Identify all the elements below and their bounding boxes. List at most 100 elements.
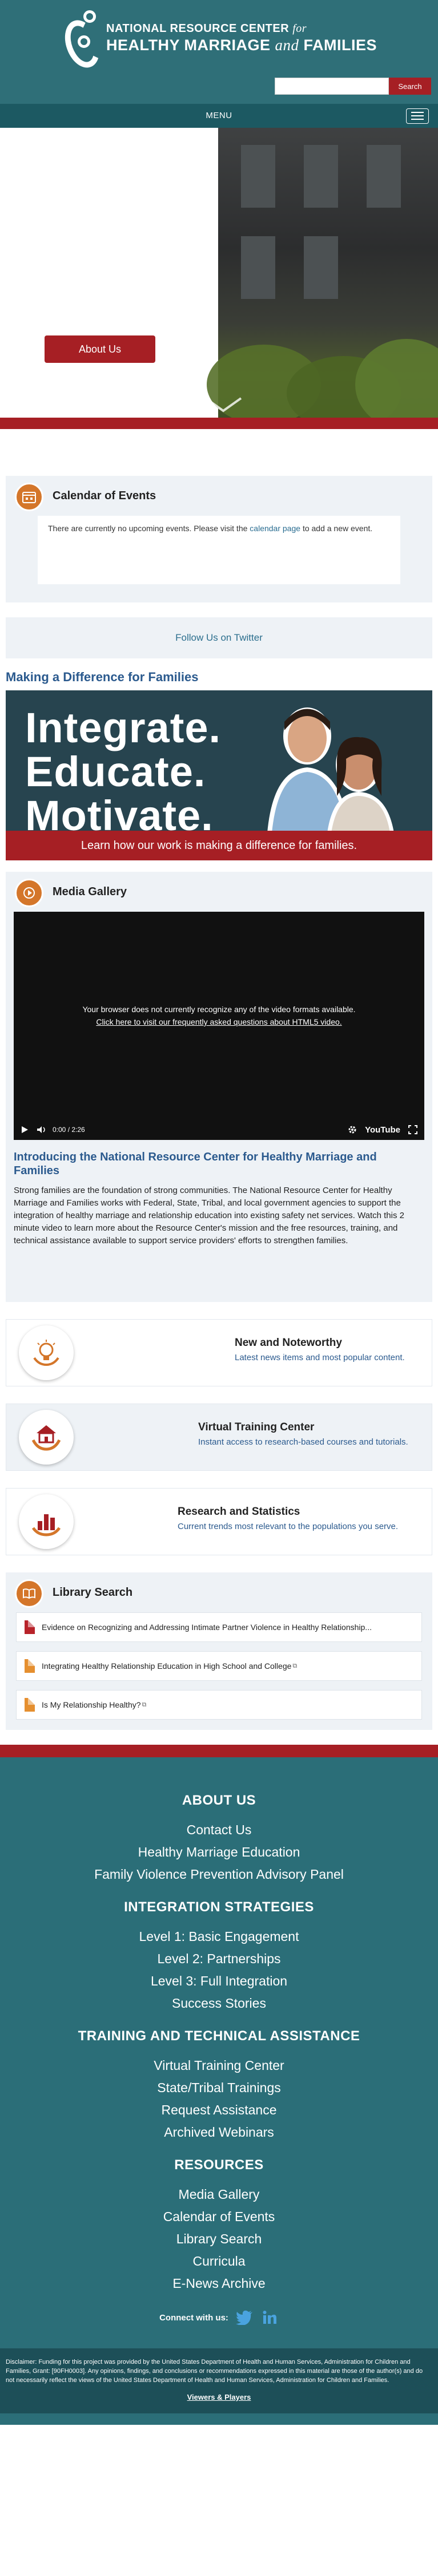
library-item-label: Is My Relationship Healthy? bbox=[42, 1700, 141, 1709]
logo-line1: NATIONAL RESOURCE CENTER bbox=[106, 22, 290, 35]
footer-link[interactable]: Success Stories bbox=[0, 1992, 438, 2015]
banner-cta[interactable]: Learn how our work is making a differenc… bbox=[6, 831, 432, 860]
footer-link[interactable]: State/Tribal Trainings bbox=[0, 2077, 438, 2099]
calendar-message-end: to add a new event. bbox=[302, 524, 373, 533]
external-link-icon: ⧉ bbox=[292, 1662, 298, 1669]
library-item-label: Integrating Healthy Relationship Educati… bbox=[42, 1661, 292, 1671]
footer-link[interactable]: Calendar of Events bbox=[0, 2206, 438, 2228]
difference-title: Making a Difference for Families bbox=[6, 670, 199, 684]
document-file-icon bbox=[25, 1659, 35, 1673]
fullscreen-icon[interactable] bbox=[408, 1125, 417, 1134]
library-search-section: Library Search Evidence on Recognizing a… bbox=[6, 1572, 432, 1730]
footer-about-heading: ABOUT US bbox=[182, 1793, 256, 1808]
logo-text: NATIONAL RESOURCE CENTER for HEALTHY MAR… bbox=[106, 22, 377, 54]
search-input[interactable] bbox=[275, 78, 389, 95]
banner-headline: Integrate. Educate. Motivate. bbox=[25, 706, 221, 838]
footer-link[interactable]: Level 3: Full Integration bbox=[0, 1970, 438, 1992]
house-hands-icon bbox=[19, 1410, 74, 1465]
search-bar: Search bbox=[275, 78, 431, 95]
footer-link[interactable]: Virtual Training Center bbox=[0, 2055, 438, 2077]
difference-banner[interactable]: Integrate. Educate. Motivate. Learn how … bbox=[6, 690, 432, 860]
feature-virtual-training[interactable]: Virtual Training Center Instant access t… bbox=[6, 1404, 432, 1471]
footer-link[interactable]: Level 1: Basic Engagement bbox=[0, 1926, 438, 1948]
video-faq-link[interactable]: Click here to visit our frequently asked… bbox=[96, 1017, 341, 1026]
chevron-down-icon[interactable] bbox=[203, 396, 243, 413]
footer-link[interactable]: Library Search bbox=[0, 2228, 438, 2250]
book-icon bbox=[15, 1579, 43, 1608]
calendar-message: There are currently no upcoming events. … bbox=[48, 524, 248, 533]
library-item[interactable]: Is My Relationship Healthy? ⧉ bbox=[16, 1690, 422, 1720]
feature-title-research-stats: Research and Statistics bbox=[178, 1506, 300, 1518]
footer-link[interactable]: Family Violence Prevention Advisory Pane… bbox=[0, 1863, 438, 1886]
connect-label: Connect with us: bbox=[159, 2312, 228, 2323]
media-gallery-section: Media Gallery Your browser does not curr… bbox=[6, 872, 432, 1302]
volume-icon[interactable] bbox=[37, 1126, 47, 1134]
logo-mark-icon bbox=[58, 7, 106, 72]
external-link-icon: ⧉ bbox=[142, 1701, 147, 1708]
youtube-logo[interactable]: YouTube bbox=[365, 1125, 400, 1135]
video-time: 0:00 / 2:26 bbox=[53, 1126, 85, 1134]
calendar-page-link[interactable]: calendar page bbox=[250, 524, 300, 533]
follow-twitter-link[interactable]: Follow Us on Twitter bbox=[175, 632, 263, 644]
footer-about: ABOUT US Contact Us Healthy Marriage Edu… bbox=[0, 1793, 438, 1886]
banner-line-educate: Educate. bbox=[25, 747, 206, 795]
linkedin-icon[interactable] bbox=[260, 2308, 279, 2327]
footer-training-heading: TRAINING AND TECHNICAL ASSISTANCE bbox=[78, 2028, 360, 2044]
calendar-section: Calendar of Events There are currently n… bbox=[6, 476, 432, 602]
library-item[interactable]: Integrating Healthy Relationship Educati… bbox=[16, 1651, 422, 1681]
calendar-title: Calendar of Events bbox=[53, 490, 156, 502]
about-us-button[interactable]: About Us bbox=[45, 335, 155, 363]
menu-bar: MENU bbox=[0, 104, 438, 128]
site-footer: ABOUT US Contact Us Healthy Marriage Edu… bbox=[0, 1757, 438, 2425]
footer-integration: INTEGRATION STRATEGIES Level 1: Basic En… bbox=[0, 1899, 438, 2015]
calendar-icon bbox=[15, 483, 43, 511]
footer-red-band bbox=[0, 1745, 438, 1757]
settings-gear-icon[interactable] bbox=[348, 1125, 357, 1134]
hero-slider: About Us bbox=[0, 128, 438, 429]
menu-label[interactable]: MENU bbox=[0, 111, 438, 120]
footer-link[interactable]: Level 2: Partnerships bbox=[0, 1948, 438, 1970]
viewers-players-link[interactable]: Viewers & Players bbox=[6, 2393, 432, 2402]
footer-training: TRAINING AND TECHNICAL ASSISTANCE Virtua… bbox=[0, 2028, 438, 2144]
footer-resources-heading: RESOURCES bbox=[174, 2157, 264, 2173]
footer-link[interactable]: Media Gallery bbox=[0, 2183, 438, 2206]
lightbulb-icon bbox=[19, 1325, 74, 1380]
site-logo[interactable]: NATIONAL RESOURCE CENTER for HEALTHY MAR… bbox=[58, 7, 377, 72]
feature-new-noteworthy[interactable]: New and Noteworthy Latest news items and… bbox=[6, 1319, 432, 1386]
banner-line-integrate: Integrate. bbox=[25, 704, 222, 751]
feature-research-stats[interactable]: Research and Statistics Current trends m… bbox=[6, 1488, 432, 1555]
intro-body: Strong families are the foundation of st… bbox=[14, 1186, 404, 1245]
video-unsupported-message: Your browser does not currently recogniz… bbox=[82, 1005, 356, 1014]
footer-link[interactable]: Request Assistance bbox=[0, 2099, 438, 2121]
logo-line1-italic: for bbox=[292, 22, 307, 35]
footer-link[interactable]: Healthy Marriage Education bbox=[0, 1841, 438, 1863]
feature-desc-research-stats: Current trends most relevant to the popu… bbox=[178, 1522, 399, 1531]
disclaimer-text: Disclaimer: Funding for this project was… bbox=[6, 2359, 423, 2384]
search-button[interactable]: Search bbox=[389, 78, 431, 95]
hero-image bbox=[207, 128, 438, 429]
twitter-icon[interactable] bbox=[235, 2308, 254, 2327]
twitter-follow-section: Follow Us on Twitter bbox=[6, 617, 432, 658]
footer-integration-heading: INTEGRATION STRATEGIES bbox=[124, 1899, 314, 1915]
connect-with-us: Connect with us: bbox=[0, 2308, 438, 2327]
document-file-icon bbox=[25, 1698, 35, 1712]
intro-title: Introducing the National Resource Center… bbox=[14, 1151, 377, 1177]
hamburger-menu-icon[interactable] bbox=[406, 108, 429, 124]
library-search-title: Library Search bbox=[53, 1586, 133, 1599]
footer-link[interactable]: Contact Us bbox=[0, 1819, 438, 1841]
video-player[interactable]: Your browser does not currently recogniz… bbox=[14, 912, 424, 1140]
library-item[interactable]: Evidence on Recognizing and Addressing I… bbox=[16, 1612, 422, 1642]
couple-photo bbox=[267, 707, 394, 833]
play-button-icon[interactable] bbox=[21, 1126, 29, 1134]
footer-resources: RESOURCES Media Gallery Calendar of Even… bbox=[0, 2157, 438, 2295]
hero-red-band bbox=[0, 418, 438, 429]
footer-link[interactable]: Archived Webinars bbox=[0, 2121, 438, 2144]
library-item-label: Evidence on Recognizing and Addressing I… bbox=[42, 1623, 372, 1632]
media-gallery-title: Media Gallery bbox=[53, 885, 127, 898]
feature-title-new-noteworthy: New and Noteworthy bbox=[235, 1337, 342, 1349]
logo-line2-italic: and bbox=[275, 37, 299, 54]
footer-link[interactable]: Curricula bbox=[0, 2250, 438, 2272]
feature-desc-virtual-training: Instant access to research-based courses… bbox=[198, 1437, 408, 1447]
disclaimer: Disclaimer: Funding for this project was… bbox=[0, 2348, 438, 2413]
footer-link[interactable]: E-News Archive bbox=[0, 2272, 438, 2295]
